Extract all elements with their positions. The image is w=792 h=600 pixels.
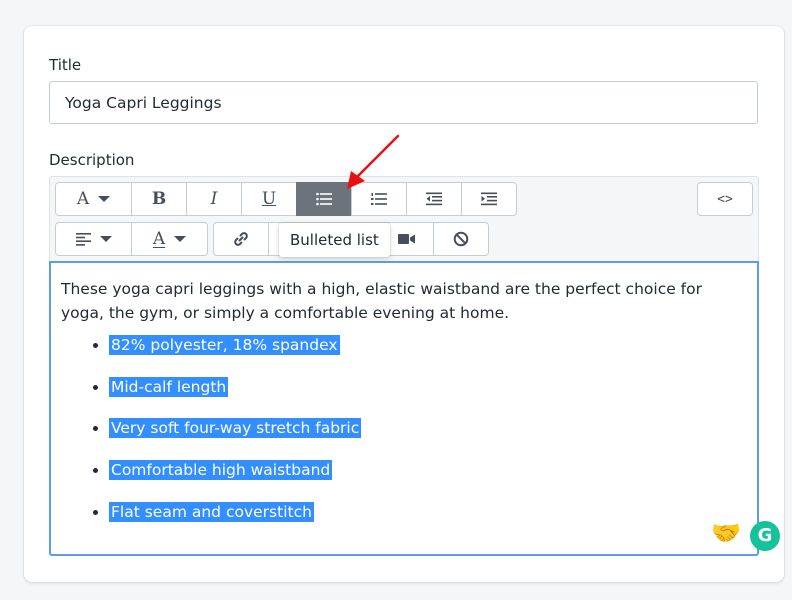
description-intro: These yoga capri leggings with a high, e… [61,280,702,322]
font-style-dropdown[interactable]: A [55,182,132,216]
italic-icon: I [210,189,218,209]
title-label: Title [49,56,82,74]
underline-icon: U [261,189,277,209]
bulleted-list-button[interactable] [296,182,352,216]
bold-icon: B [151,189,167,209]
text-color-icon: A [152,229,166,249]
align-left-icon [75,232,91,246]
list-item-text: Comfortable high waistband [109,460,333,481]
underline-button[interactable]: U [241,182,297,216]
numbered-list-button[interactable] [351,182,407,216]
description-editor[interactable]: These yoga capri leggings with a high, e… [49,261,780,556]
chevron-down-icon [99,236,112,242]
video-icon [397,234,415,244]
list-item-text: Flat seam and coverstitch [109,501,314,522]
html-toggle-group: <> [697,182,753,216]
product-details-card: Title Description A B I U [24,26,784,582]
indent-icon [481,192,497,206]
outdent-icon [426,192,442,206]
text-color-dropdown[interactable]: A [131,222,208,256]
grammarly-icon[interactable]: G [750,521,780,551]
list-item: Comfortable high waistband [109,458,747,482]
html-toggle-label: <> [717,191,733,207]
list-item-text: 82% polyester, 18% spandex [109,335,340,355]
list-item: Very soft four-way stretch fabric [109,416,747,440]
description-label: Description [49,151,135,169]
indent-button[interactable] [461,182,517,216]
chevron-down-icon [174,236,187,242]
font-icon: A [76,189,90,209]
insert-link-button[interactable] [213,222,269,256]
chevron-down-icon [98,196,111,202]
html-toggle-button[interactable]: <> [697,182,753,216]
list-item-text: Mid-calf length [109,376,229,397]
list-item-text: Very soft four-way stretch fabric [109,418,362,439]
feature-bullet-list: 82% polyester, 18% spandex Mid-calf leng… [61,333,747,524]
numbered-list-icon [371,193,387,205]
alignment-color-group: A [55,222,208,256]
clear-formatting-button[interactable] [433,222,489,256]
handshake-icon[interactable]: 🤝 [711,521,741,545]
bold-button[interactable]: B [131,182,187,216]
title-input[interactable] [49,81,758,124]
list-item: 82% polyester, 18% spandex [109,333,747,357]
link-icon [234,232,248,246]
rich-text-toolbar: A B I U <> A [49,176,759,261]
bulleted-list-icon [316,192,332,206]
bulleted-list-tooltip: Bulleted list [279,223,390,257]
formatting-button-group: A B I U [55,182,517,216]
alignment-dropdown[interactable] [55,222,132,256]
italic-button[interactable]: I [186,182,242,216]
outdent-button[interactable] [406,182,462,216]
list-item: Mid-calf length [109,375,747,399]
list-item: Flat seam and coverstitch [109,500,747,524]
clear-formatting-icon [453,231,469,247]
